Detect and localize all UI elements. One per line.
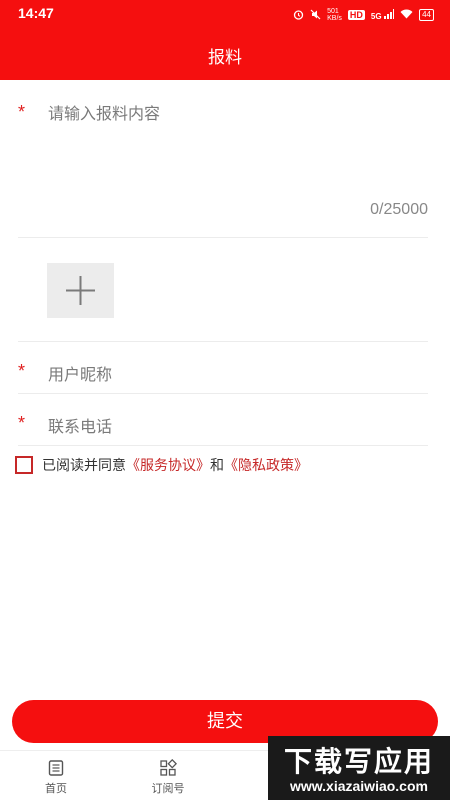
alarm-icon bbox=[293, 9, 304, 22]
service-agreement-link[interactable]: 《服务协议》 bbox=[126, 455, 210, 475]
status-bar: 14:47 501 KB/s HD 5G 44 bbox=[0, 0, 450, 30]
char-counter: 0/25000 bbox=[370, 201, 428, 218]
nav-label-subscriptions: 订阅号 bbox=[151, 782, 185, 795]
plus-icon bbox=[66, 276, 95, 305]
agreement-row: 已阅读并同意 《服务协议》 和 《隐私政策》 bbox=[15, 455, 308, 475]
nickname-placeholder: 用户昵称 bbox=[48, 365, 113, 384]
required-mark: * bbox=[18, 102, 26, 122]
status-icons: 501 KB/s HD 5G 44 bbox=[293, 8, 434, 22]
signal-label: 5G bbox=[370, 12, 382, 21]
battery-icon: 44 bbox=[419, 9, 434, 21]
header: 报料 bbox=[0, 30, 450, 80]
nav-item-subscriptions[interactable]: 订阅号 bbox=[138, 758, 198, 796]
signal-icon: 5G bbox=[370, 9, 395, 21]
phone-placeholder: 联系电话 bbox=[48, 417, 113, 436]
required-mark: * bbox=[18, 413, 26, 433]
agreement-prefix: 已阅读并同意 bbox=[42, 458, 126, 474]
watermark-title: 下载写应用 bbox=[283, 745, 434, 778]
divider bbox=[18, 393, 428, 394]
privacy-policy-link[interactable]: 《隐私政策》 bbox=[224, 455, 308, 475]
watermark-url: www.xiazaiwiao.com bbox=[290, 778, 428, 794]
content-placeholder: 请输入报料内容 bbox=[48, 104, 161, 123]
divider bbox=[18, 445, 428, 446]
wifi-icon bbox=[400, 9, 413, 21]
divider bbox=[18, 341, 428, 342]
nav-item-home[interactable]: 首页 bbox=[26, 759, 86, 796]
phone-field[interactable]: * 联系电话 bbox=[0, 396, 450, 446]
nickname-field[interactable]: * 用户昵称 bbox=[0, 344, 450, 394]
watermark-logo: 下载写应用 www.xiazaiwiao.com bbox=[268, 736, 450, 800]
grid-icon bbox=[138, 758, 198, 777]
network-speed: 501 KB/s bbox=[327, 8, 342, 22]
add-photo-button[interactable] bbox=[47, 263, 114, 318]
nav-label-home: 首页 bbox=[45, 782, 67, 795]
mute-icon bbox=[310, 9, 321, 22]
required-mark: * bbox=[18, 361, 26, 381]
divider bbox=[18, 237, 428, 238]
status-time: 14:47 bbox=[18, 5, 54, 21]
agreement-connector: 和 bbox=[210, 458, 224, 474]
page-title: 报料 bbox=[208, 48, 242, 68]
agreement-checkbox[interactable] bbox=[15, 456, 33, 474]
hd-badge: HD bbox=[347, 10, 365, 20]
report-content-textarea[interactable]: * 请输入报料内容 0/25000 bbox=[0, 80, 450, 238]
newspaper-icon bbox=[26, 759, 86, 777]
